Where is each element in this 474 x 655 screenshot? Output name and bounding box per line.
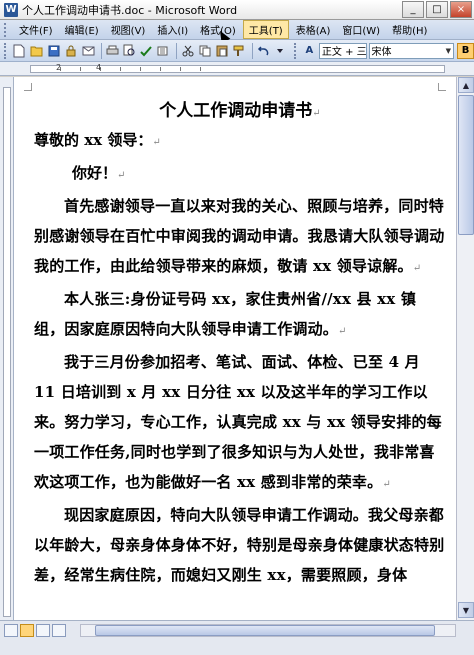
horizontal-scrollbar[interactable] (80, 624, 456, 637)
cut-icon[interactable] (180, 43, 195, 59)
toolbar-separator (176, 42, 178, 59)
ruler-label: 2 (56, 63, 62, 72)
formatting-toolbar-grip[interactable] (293, 42, 298, 59)
print-icon[interactable] (105, 43, 120, 59)
document-page[interactable]: 个人工作调动申请书↵ 尊敬的 xx 领导：↵ 你好！↵ 首先感谢领导一直以来对我… (14, 77, 456, 620)
word-app-icon: W (4, 2, 18, 17)
document-area[interactable]: 个人工作调动申请书↵ 尊敬的 xx 领导：↵ 你好！↵ 首先感谢领导一直以来对我… (14, 77, 456, 620)
new-icon[interactable] (12, 43, 27, 59)
research-icon[interactable] (156, 43, 171, 59)
standard-toolbar: A 正文 + 三号 ▼ 宋体 ▼ B (0, 40, 474, 62)
ruler-label: 4 (96, 63, 102, 72)
window-controls: _ □ × (402, 1, 474, 18)
menu-insert[interactable]: 插入(I) (152, 21, 193, 38)
styles-pane-icon[interactable]: A (302, 43, 317, 59)
undo-icon[interactable] (256, 43, 271, 59)
menu-edit[interactable]: 编辑(E) (60, 21, 104, 38)
menu-bar: 文件(F) 编辑(E) 视图(V) 插入(I) 格式(O) 工具(T) 表格(A… (0, 20, 474, 40)
paragraph-mark: ↵ (312, 108, 321, 119)
salutation: 尊敬的 xx 领导：↵ (34, 131, 161, 149)
paragraph-mark: ↵ (117, 170, 126, 181)
margin-corner-mark (24, 83, 32, 91)
spelling-icon[interactable] (139, 43, 154, 59)
document-title: 个人工作调动申请书↵ (159, 101, 321, 121)
maximize-button[interactable]: □ (426, 1, 448, 18)
outline-view-button[interactable] (52, 624, 66, 637)
style-select-value: 正文 + 三号 (321, 47, 367, 58)
paragraph-mark: ↵ (152, 137, 161, 148)
ruler-tick (160, 67, 161, 71)
ruler-tick (80, 67, 81, 71)
menu-window[interactable]: 窗口(W) (337, 21, 385, 38)
menu-tools[interactable]: 工具(T) (242, 20, 289, 39)
document-body[interactable]: 个人工作调动申请书↵ 尊敬的 xx 领导：↵ 你好！↵ 首先感谢领导一直以来对我… (34, 97, 446, 590)
ruler-track (30, 65, 445, 73)
scroll-down-button[interactable]: ▼ (458, 602, 474, 618)
body-paragraph: 本人张三:身份证号码 xx，家住贵州省//xx 县 xx 镇组，因家庭原因特向大… (34, 290, 417, 338)
greeting-line: 你好！↵ (72, 164, 126, 182)
permission-icon[interactable] (63, 43, 78, 59)
copy-icon[interactable] (197, 43, 212, 59)
paragraph-mark: ↵ (412, 263, 422, 274)
open-icon[interactable] (29, 43, 44, 59)
font-select-value: 宋体 (371, 47, 392, 58)
vertical-ruler[interactable] (0, 77, 14, 620)
toolbar-separator (100, 42, 102, 59)
email-icon[interactable] (80, 43, 95, 59)
toolbar-grip-handle[interactable] (4, 42, 8, 59)
chevron-down-icon[interactable] (273, 43, 288, 59)
web-layout-view-button[interactable] (36, 624, 50, 637)
vertical-scroll-thumb[interactable] (458, 95, 474, 235)
minimize-button[interactable]: _ (402, 1, 424, 18)
toolbar-separator (251, 42, 253, 59)
vertical-scrollbar[interactable]: ▲ ▼ (456, 77, 474, 620)
title-bar: W 个人工作调动申请书.doc - Microsoft Word _ □ × (0, 0, 474, 20)
horizontal-ruler[interactable]: 2 4 (0, 62, 474, 76)
menu-grip-handle[interactable] (4, 22, 8, 37)
normal-view-button[interactable] (4, 624, 18, 637)
paragraph-mark: ↵ (338, 326, 347, 337)
paste-icon[interactable] (214, 43, 229, 59)
ruler-tick (200, 67, 201, 71)
ruler-tick (180, 67, 181, 71)
horizontal-scroll-thumb[interactable] (95, 625, 435, 636)
scroll-up-button[interactable]: ▲ (458, 77, 474, 93)
paragraph-mark: ↵ (382, 479, 391, 490)
ruler-tick (120, 67, 121, 71)
preview-icon[interactable] (122, 43, 137, 59)
style-select[interactable]: 正文 + 三号 ▼ (318, 42, 367, 59)
save-icon[interactable] (46, 43, 61, 59)
menu-help[interactable]: 帮助(H) (387, 21, 432, 38)
view-buttons (4, 624, 68, 637)
ruler-tick (140, 67, 141, 71)
menu-table[interactable]: 表格(A) (291, 21, 336, 38)
body-paragraph: 首先感谢领导一直以来对我的关心、照顾与培养，同时特别感谢领导在百忙中审阅我的调动… (34, 197, 445, 275)
menu-view[interactable]: 视图(V) (106, 21, 151, 38)
bold-button[interactable]: B (456, 42, 474, 59)
close-button[interactable]: × (450, 1, 472, 18)
body-paragraph: 我于三月份参加招考、笔试、面试、体检、已至 4 月 11 日培训到 x 月 xx… (34, 353, 442, 491)
vertical-ruler-track (3, 87, 11, 617)
font-select[interactable]: 宋体 ▼ (368, 42, 454, 59)
bottom-bar (0, 620, 474, 655)
chevron-down-icon: ▼ (445, 46, 451, 55)
body-paragraph: 现因家庭原因，特向大队领导申请工作调动。我父母亲都以年龄大，母亲身体身体不好，特… (34, 506, 445, 584)
format-painter-icon[interactable] (231, 43, 246, 59)
menu-file[interactable]: 文件(F) (14, 21, 58, 38)
margin-corner-mark (438, 83, 446, 91)
window-title: 个人工作调动申请书.doc - Microsoft Word (22, 3, 238, 17)
print-layout-view-button[interactable] (20, 624, 34, 637)
